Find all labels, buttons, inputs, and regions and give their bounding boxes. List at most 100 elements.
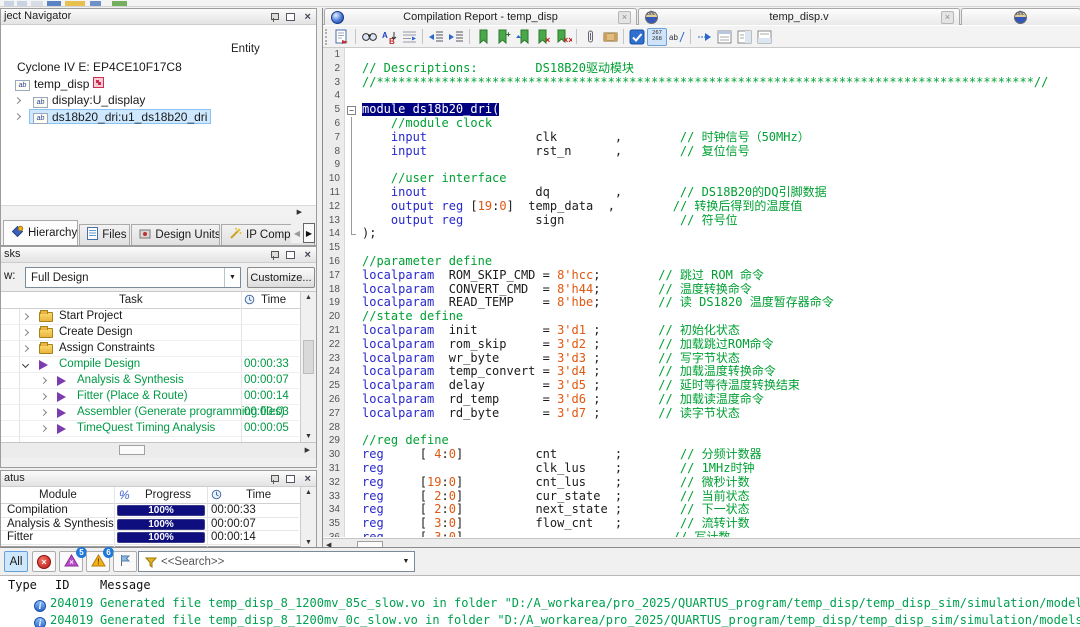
tree-item-target[interactable]: Cyclone IV E: EP4CE10F17C8 bbox=[13, 60, 186, 75]
bookmark-prev-icon[interactable] bbox=[513, 28, 533, 46]
tree-item-target[interactable]: abdisplay:U_display bbox=[29, 93, 149, 108]
task-row[interactable]: TimeQuest Timing Analysis00:00:05 bbox=[1, 421, 299, 437]
code-line[interactable]: 21localparam init = 3'd1 ; // 初始化状态 bbox=[323, 324, 1080, 338]
fold-margin[interactable] bbox=[345, 393, 359, 407]
bookmark-icon[interactable] bbox=[473, 28, 493, 46]
code-line[interactable]: 4 bbox=[323, 89, 1080, 103]
replace-icon[interactable]: AB bbox=[379, 28, 399, 46]
tab-hierarchy[interactable]: Hierarchy bbox=[3, 220, 78, 245]
status-vertical-scrollbar[interactable]: ▲ ▼ bbox=[300, 487, 316, 548]
fold-margin[interactable] bbox=[345, 365, 359, 379]
tab-files[interactable]: Files bbox=[79, 224, 130, 245]
code-line[interactable]: 22localparam rom_skip = 3'd2 ; // 加载跳过RO… bbox=[323, 338, 1080, 352]
syntax-check-icon[interactable] bbox=[627, 28, 647, 46]
toolbar-icon-stub[interactable] bbox=[4, 1, 14, 6]
fold-margin[interactable] bbox=[345, 283, 359, 297]
code-line[interactable]: 3//*************************************… bbox=[323, 76, 1080, 90]
toolbar-icon-stub[interactable] bbox=[65, 1, 85, 6]
doc-panel-1-icon[interactable] bbox=[714, 28, 734, 46]
task-row[interactable]: Start Project bbox=[1, 309, 299, 325]
tree-item[interactable]: abdisplay:U_display bbox=[1, 92, 316, 109]
code-line[interactable]: 9 bbox=[323, 158, 1080, 172]
task-row[interactable]: Assign Constraints bbox=[1, 341, 299, 357]
find-icon[interactable] bbox=[359, 28, 379, 46]
tasks-horizontal-scrollbar[interactable]: ▶ bbox=[1, 442, 316, 458]
scrollbar-thumb[interactable] bbox=[303, 340, 314, 374]
expander-icon[interactable] bbox=[22, 361, 29, 368]
close-icon[interactable]: × bbox=[301, 11, 314, 23]
tree-item[interactable]: abtemp_disp bbox=[1, 76, 316, 93]
pin-icon[interactable] bbox=[267, 11, 280, 23]
fold-margin[interactable] bbox=[345, 310, 359, 324]
pin-icon[interactable] bbox=[267, 473, 280, 485]
expander-icon[interactable] bbox=[40, 377, 47, 384]
expander-icon[interactable] bbox=[22, 313, 29, 320]
expander-icon[interactable] bbox=[22, 329, 29, 336]
expander-icon[interactable] bbox=[40, 409, 47, 416]
code-line[interactable]: 10 //user interface bbox=[323, 172, 1080, 186]
toolbar-icon-stub[interactable] bbox=[17, 1, 27, 6]
tree-item[interactable]: abds18b20_dri:u1_ds18b20_dri bbox=[1, 109, 316, 126]
fold-margin[interactable] bbox=[345, 145, 359, 159]
flow-select[interactable]: Full Design ▼ bbox=[25, 267, 241, 288]
status-row[interactable]: Compilation100%00:00:33 bbox=[1, 504, 299, 518]
line-numbers-icon[interactable]: 267268 bbox=[647, 28, 667, 46]
fold-margin[interactable] bbox=[345, 490, 359, 504]
code-line[interactable]: 30reg [ 4:0] cnt ; // 分频计数器 bbox=[323, 448, 1080, 462]
close-icon[interactable]: × bbox=[301, 473, 314, 485]
fold-margin[interactable] bbox=[345, 531, 359, 537]
code-line[interactable]: 26localparam rd_temp = 3'd6 ; // 加载读温度命令 bbox=[323, 393, 1080, 407]
expander-icon[interactable] bbox=[40, 425, 47, 432]
status-row[interactable]: Fitter100%00:00:14 bbox=[1, 531, 299, 545]
fold-margin[interactable] bbox=[345, 462, 359, 476]
toolbar-grip[interactable] bbox=[325, 29, 329, 45]
task-row[interactable]: Create Design bbox=[1, 325, 299, 341]
tree-item-target[interactable]: abds18b20_dri:u1_ds18b20_dri bbox=[29, 109, 211, 124]
close-icon[interactable]: × bbox=[941, 11, 954, 24]
customize-button[interactable]: Customize... bbox=[247, 267, 315, 288]
fold-margin[interactable] bbox=[345, 172, 359, 186]
tasks-vertical-scrollbar[interactable]: ▲ ▼ bbox=[300, 292, 316, 442]
scroll-down-icon[interactable]: ▼ bbox=[305, 539, 312, 546]
document-tab-temp-disp-v[interactable]: abctemp_disp.v× bbox=[638, 8, 960, 25]
code-line[interactable]: 1 bbox=[323, 48, 1080, 62]
filter-all-button[interactable]: All bbox=[4, 551, 28, 572]
fold-margin[interactable] bbox=[345, 503, 359, 517]
fold-margin[interactable] bbox=[345, 421, 359, 435]
scroll-up-icon[interactable]: ▲ bbox=[305, 489, 312, 496]
message-search-box[interactable]: <<Search>> ▼ bbox=[138, 551, 415, 572]
flag-filter-button[interactable] bbox=[113, 551, 137, 572]
float-icon[interactable] bbox=[284, 473, 297, 485]
message-row[interactable]: i204019Generated file temp_disp_8_1200mv… bbox=[0, 596, 1080, 613]
macro-icon[interactable] bbox=[600, 28, 620, 46]
code-line[interactable]: 19localparam READ_TEMP = 8'hbe; // 读 DS1… bbox=[323, 296, 1080, 310]
code-line[interactable]: 35reg [ 3:0] flow_cnt ; // 流转计数 bbox=[323, 517, 1080, 531]
code-line[interactable]: 24localparam temp_convert = 3'd4 ; // 加载… bbox=[323, 365, 1080, 379]
code-line[interactable]: 11 inout dq , // DS18B20的DQ引脚数据 bbox=[323, 186, 1080, 200]
task-row[interactable]: Assembler (Generate programming files)00… bbox=[1, 405, 299, 421]
fold-margin[interactable] bbox=[345, 131, 359, 145]
code-line[interactable]: 23localparam wr_byte = 3'd3 ; // 写字节状态 bbox=[323, 352, 1080, 366]
code-line[interactable]: 8 input rst_n , // 复位信号 bbox=[323, 145, 1080, 159]
message-row[interactable]: i204019Generated file temp_disp_8_1200mv… bbox=[0, 613, 1080, 627]
code-line[interactable]: 14); bbox=[323, 227, 1080, 241]
tab-scroll-right-icon[interactable]: ▶ bbox=[303, 223, 315, 243]
fold-margin[interactable] bbox=[345, 448, 359, 462]
expander-icon[interactable] bbox=[40, 393, 47, 400]
pin-icon[interactable] bbox=[267, 249, 280, 261]
outdent-icon[interactable] bbox=[426, 28, 446, 46]
fold-margin[interactable] bbox=[345, 517, 359, 531]
code-line[interactable]: 2// Descriptions: DS18B20驱动模块 bbox=[323, 62, 1080, 76]
fold-collapse-icon[interactable]: − bbox=[347, 106, 356, 115]
fold-margin[interactable] bbox=[345, 48, 359, 62]
fold-margin[interactable] bbox=[345, 214, 359, 228]
close-icon[interactable]: × bbox=[301, 249, 314, 261]
critical-warning-filter-button[interactable]: ×5 bbox=[59, 551, 83, 572]
fold-margin[interactable] bbox=[345, 76, 359, 90]
code-line[interactable]: 15 bbox=[323, 241, 1080, 255]
fold-margin[interactable] bbox=[345, 434, 359, 448]
fold-margin[interactable] bbox=[345, 269, 359, 283]
expander-icon[interactable] bbox=[14, 97, 21, 104]
code-line[interactable]: 18localparam CONVERT_CMD = 8'h44; // 温度转… bbox=[323, 283, 1080, 297]
fold-margin[interactable] bbox=[345, 117, 359, 131]
